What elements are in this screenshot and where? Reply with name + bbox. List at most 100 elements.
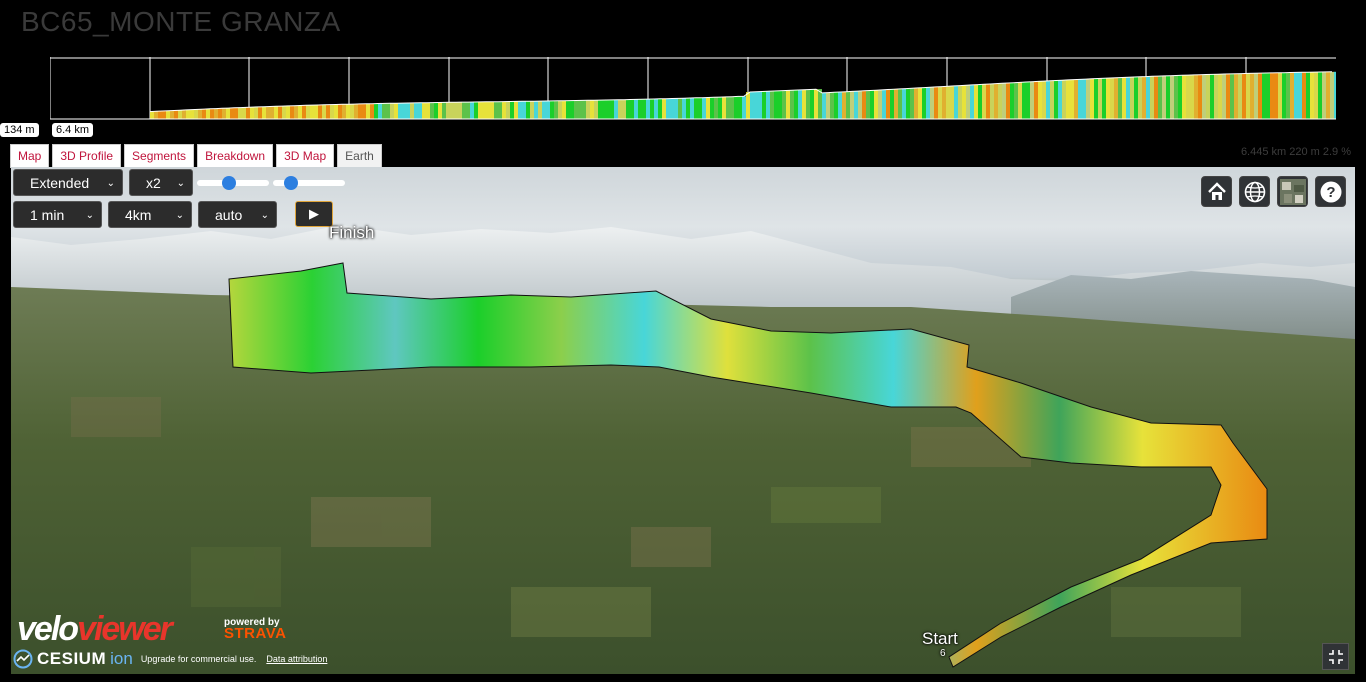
profile-gradient-band <box>1310 72 1314 119</box>
profile-gradient-band <box>230 107 234 119</box>
profile-gradient-band <box>866 90 870 119</box>
selection-stats: 6.445 km 220 m 2.9 % <box>1240 146 1351 158</box>
profile-gradient-band <box>214 108 218 119</box>
profile-gradient-band <box>758 91 762 119</box>
profile-gradient-band <box>1258 73 1262 119</box>
profile-gradient-band <box>362 103 366 119</box>
view-mode-select[interactable]: Extended ⌄ <box>13 169 123 196</box>
speed-slider[interactable] <box>197 176 269 190</box>
tab-earth[interactable]: Earth <box>337 144 382 168</box>
elevation-profile[interactable] <box>50 55 1336 120</box>
profile-gradient-band <box>182 110 186 119</box>
time-step-select[interactable]: 1 min ⌄ <box>13 201 102 228</box>
data-attribution-link[interactable]: Data attribution <box>266 654 327 664</box>
profile-gradient-band <box>1030 81 1034 119</box>
profile-gradient-band <box>1326 71 1330 119</box>
view-mode-value: Extended <box>30 175 90 191</box>
profile-gradient-band <box>706 97 710 119</box>
profile-gradient-band <box>1314 72 1318 119</box>
cesium-icon <box>13 649 33 669</box>
profile-gradient-band <box>1198 74 1202 119</box>
profile-gradient-band <box>162 111 166 119</box>
chevron-down-icon: ⌄ <box>260 210 269 221</box>
distance-step-select[interactable]: 4km ⌄ <box>108 201 192 228</box>
profile-gradient-band <box>1294 72 1298 119</box>
tab-map[interactable]: Map <box>10 144 50 168</box>
profile-gradient-band <box>234 107 238 119</box>
zoom-slider[interactable] <box>273 176 345 190</box>
profile-gradient-band <box>326 104 330 119</box>
profile-gradient-band <box>710 97 714 119</box>
zoom-slider-thumb[interactable] <box>284 176 298 190</box>
profile-gradient-band <box>842 91 846 119</box>
profile-gradient-band <box>166 110 170 119</box>
powered-by-strava[interactable]: powered by STRAVA <box>224 617 286 641</box>
profile-gradient-band <box>438 102 442 119</box>
profile-gradient-band <box>526 101 530 119</box>
profile-gradient-band <box>398 103 402 119</box>
profile-gradient-band <box>1230 73 1234 119</box>
profile-gradient-band <box>774 91 778 119</box>
profile-gradient-band <box>1134 77 1138 119</box>
profile-gradient-band <box>1118 77 1122 119</box>
profile-gradient-band <box>862 90 866 119</box>
profile-gradient-band <box>358 103 362 119</box>
profile-gradient-band <box>1174 75 1178 119</box>
cesium-ion-text: ion <box>110 649 133 668</box>
home-button[interactable] <box>1201 176 1232 207</box>
profile-gradient-band <box>622 99 626 119</box>
profile-gradient-band <box>394 103 398 119</box>
profile-gradient-band <box>850 91 854 119</box>
chevron-down-icon: ⌄ <box>175 210 184 221</box>
profile-gradient-band <box>1274 72 1278 119</box>
profile-gradient-band <box>582 100 586 119</box>
fullscreen-button[interactable] <box>1322 643 1349 670</box>
earth-3d-view[interactable]: Extended ⌄ x2 ⌄ 1 min ⌄ 4km ⌄ auto ⌄ ▶ ?… <box>11 167 1355 674</box>
profile-gradient-band <box>1318 72 1322 119</box>
tab-segments[interactable]: Segments <box>124 144 195 168</box>
tab-3d-profile[interactable]: 3D Profile <box>52 144 122 168</box>
profile-gradient-band <box>1114 77 1118 119</box>
profile-gradient-band <box>1210 74 1214 119</box>
imagery-picker-button[interactable] <box>1277 176 1308 207</box>
help-button[interactable]: ? <box>1315 176 1346 207</box>
profile-gradient-band <box>846 91 850 119</box>
profile-gradient-band <box>994 83 998 119</box>
scene-mode-button[interactable] <box>1239 176 1270 207</box>
profile-gradient-band <box>470 102 474 119</box>
profile-gradient-band <box>226 108 230 119</box>
profile-gradient-band <box>390 103 394 119</box>
camera-mode-select[interactable]: auto ⌄ <box>198 201 277 228</box>
profile-gradient-band <box>1262 73 1266 119</box>
profile-gradient-band <box>454 102 458 119</box>
profile-gradient-band <box>270 106 274 119</box>
profile-gradient-band <box>1206 74 1210 119</box>
profile-gradient-band <box>750 91 754 119</box>
play-button[interactable]: ▶ <box>295 201 333 227</box>
profile-gradient-band <box>414 102 418 119</box>
profile-gradient-band <box>942 86 946 119</box>
profile-gradient-band <box>1046 81 1050 119</box>
profile-gradient-band <box>510 101 514 119</box>
profile-gradient-band <box>334 104 338 119</box>
profile-gradient-band <box>770 91 774 119</box>
profile-gradient-band <box>342 104 346 119</box>
profile-gradient-band <box>606 100 610 119</box>
profile-gradient-band <box>1322 71 1326 119</box>
profile-gradient-band <box>486 101 490 119</box>
profile-gradient-band <box>1138 76 1142 119</box>
time-step-value: 1 min <box>30 207 65 223</box>
profile-gradient-band <box>1010 82 1014 119</box>
exaggeration-select[interactable]: x2 ⌄ <box>129 169 193 196</box>
tab-3d-map[interactable]: 3D Map <box>276 144 335 168</box>
profile-gradient-band <box>870 90 874 119</box>
profile-gradient-band <box>1058 80 1062 119</box>
profile-gradient-band <box>338 104 342 119</box>
profile-gradient-band <box>806 89 810 119</box>
veloviewer-logo[interactable]: veloviewer <box>17 610 173 649</box>
svg-text:?: ? <box>1326 184 1335 201</box>
profile-gradient-band <box>502 101 506 119</box>
profile-gradient-band <box>546 101 550 119</box>
tab-breakdown[interactable]: Breakdown <box>197 144 274 168</box>
profile-gradient-band <box>1070 79 1074 119</box>
